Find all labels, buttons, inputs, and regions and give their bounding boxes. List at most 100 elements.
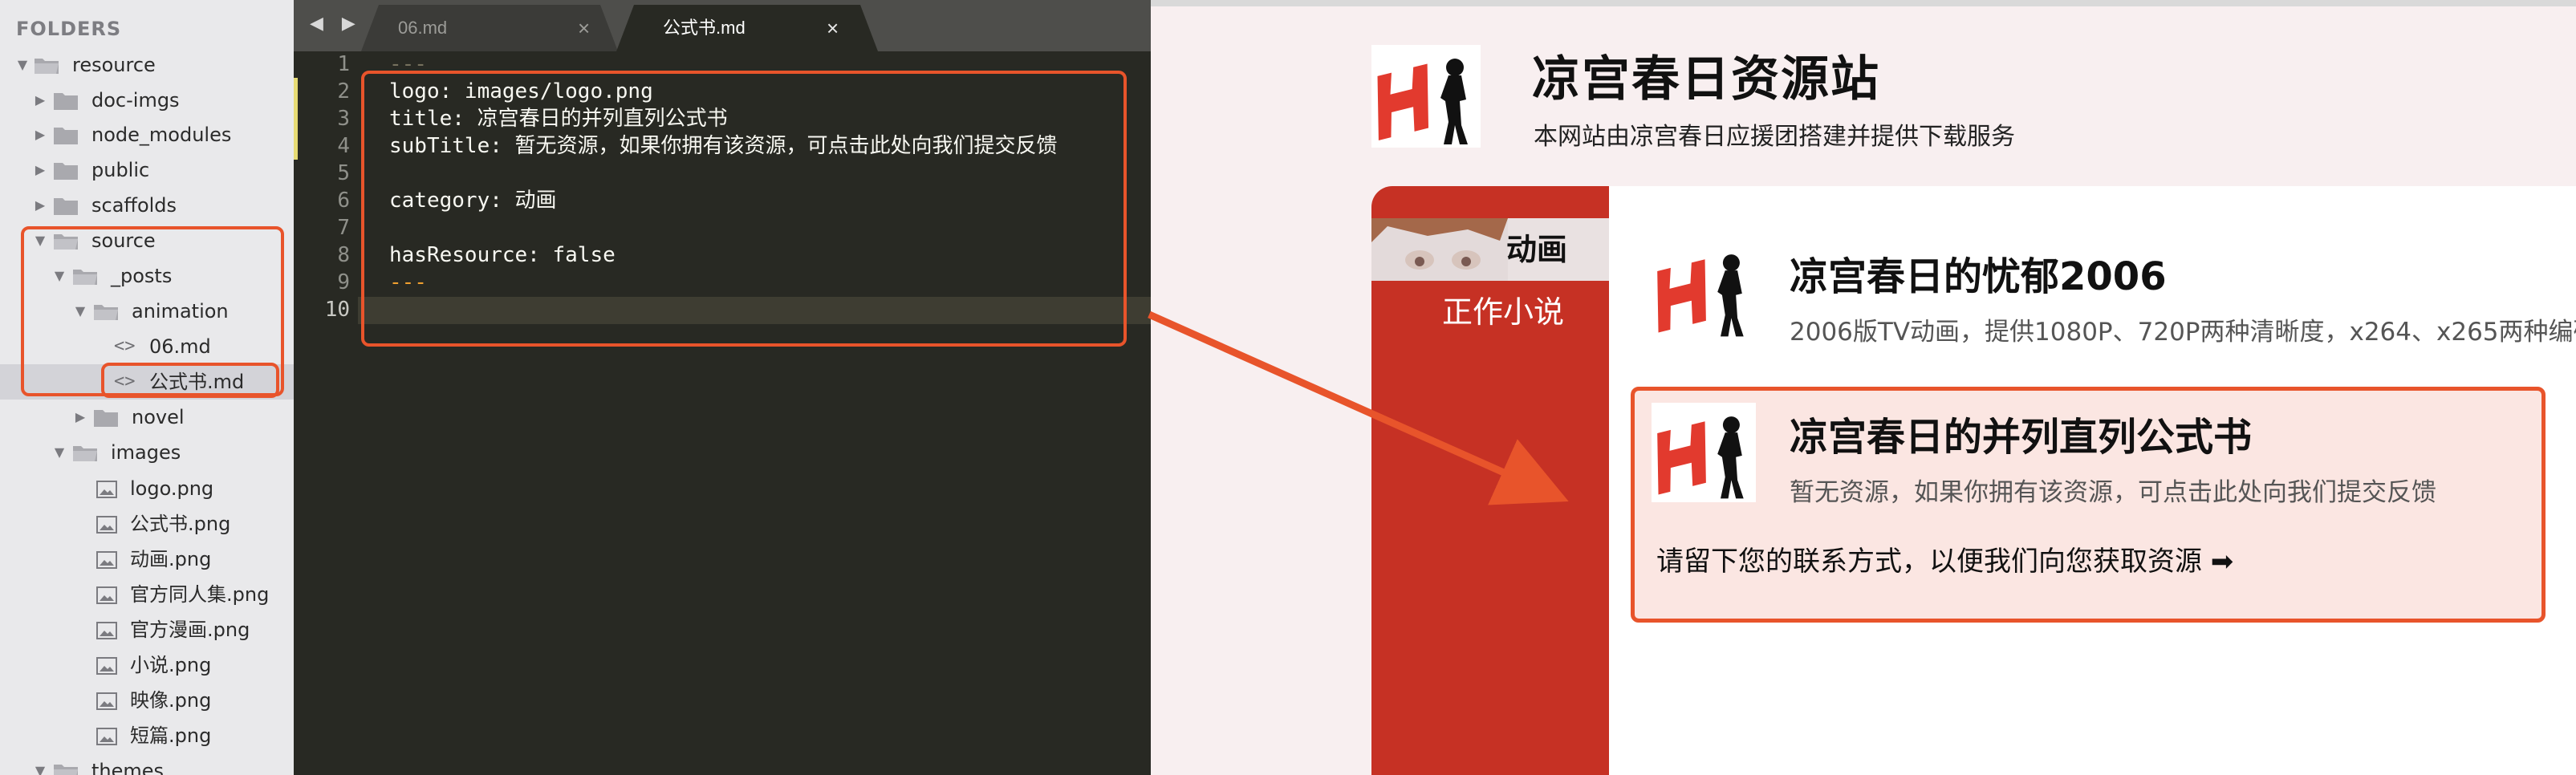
tree-label: doc-imgs (91, 89, 180, 112)
tree-label: images (111, 441, 181, 464)
disclosure-open-icon[interactable]: ▼ (32, 223, 48, 258)
tree-folder-node-modules[interactable]: ▶ node_modules (0, 117, 294, 152)
code-line[interactable]: --- (389, 269, 427, 296)
tab-label: 06.md (398, 18, 448, 38)
tab-label: 公式书.md (663, 18, 746, 38)
disclosure-closed-icon[interactable]: ▶ (32, 152, 48, 188)
item-logo (1652, 241, 1756, 340)
line-number: 5 (337, 161, 350, 185)
disclosure-closed-icon[interactable]: ▶ (32, 117, 48, 152)
tree-file-manhua-png[interactable]: 官方漫画.png (0, 612, 294, 647)
tree-label: animation (132, 300, 229, 323)
contact-feedback-link[interactable]: 请留下您的联系方式，以便我们向您获取资源 ➡ (1656, 539, 2233, 578)
folder-icon (53, 91, 79, 111)
window-top-border (1151, 0, 2576, 6)
image-file-icon (96, 692, 117, 710)
folder-icon (53, 161, 79, 181)
haruhi-logo-icon (1657, 416, 1744, 499)
folders-header: FOLDERS (16, 18, 122, 40)
tree-label: 小说.png (130, 654, 212, 676)
tree-folder-novel[interactable]: ▶ novel (0, 400, 294, 435)
tree-folder-animation[interactable]: ▼ animation (0, 294, 294, 329)
image-file-icon (96, 728, 117, 745)
tree-folder-doc-imgs[interactable]: ▶ doc-imgs (0, 83, 294, 118)
tree-label: 短篇.png (130, 724, 212, 747)
image-file-icon (96, 586, 117, 604)
folder-icon (53, 126, 79, 145)
category-sidebar: 动画 正作小说 (1371, 186, 1609, 775)
tree-label: 06.md (149, 335, 211, 358)
tree-file-tongrenji-png[interactable]: 官方同人集.png (0, 577, 294, 612)
disclosure-closed-icon[interactable]: ▶ (32, 188, 48, 223)
code-line[interactable]: --- (389, 51, 427, 78)
code-line[interactable]: logo: images/logo.png (389, 78, 653, 105)
disclosure-closed-icon[interactable]: ▶ (32, 83, 48, 118)
tree-folder-images[interactable]: ▼ images (0, 435, 294, 470)
tree-label: 公式书.png (130, 513, 231, 535)
folder-open-icon (53, 762, 79, 775)
tree-label: 官方同人集.png (130, 583, 270, 606)
tree-folder-posts[interactable]: ▼ _posts (0, 258, 294, 294)
disclosure-open-icon[interactable]: ▼ (72, 294, 88, 329)
item-description: 2006版TV动画，提供1080P、720P两种清晰度，x264、x265两种编… (1790, 318, 2576, 347)
tab-close-icon[interactable]: × (578, 5, 590, 51)
tree-label: resource (72, 54, 156, 76)
tree-folder-themes[interactable]: ▼ themes (0, 753, 294, 775)
tab-gongshishu-md[interactable]: 公式书.md × (616, 5, 878, 51)
line-number: 10 (324, 298, 350, 322)
tab-bar: ◀ ▶ 06.md × 公式书.md × (294, 0, 1151, 51)
item-logo (1652, 403, 1756, 502)
tree-label: _posts (111, 265, 173, 287)
active-line-highlight (358, 297, 1151, 324)
item-title[interactable]: 凉宫春日的并列直列公式书 (1790, 405, 2252, 461)
tree-file-gongshishu-md[interactable]: <> 公式书.md (0, 364, 294, 400)
tree-file-donghua-png[interactable]: 动画.png (0, 542, 294, 577)
folder-open-icon (93, 302, 119, 322)
image-file-icon (96, 516, 117, 534)
item-title[interactable]: 凉宫春日的忧郁2006 (1790, 245, 2167, 301)
code-line[interactable]: hasResource: false (389, 241, 616, 269)
tree-folder-source[interactable]: ▼ source (0, 223, 294, 258)
tree-folder-public[interactable]: ▶ public (0, 152, 294, 188)
category-item-animation[interactable]: 动画 (1506, 218, 1567, 281)
tree-file-logo-png[interactable]: logo.png (0, 471, 294, 506)
code-editor: ◀ ▶ 06.md × 公式书.md × 1 2 3 4 5 6 7 8 9 1… (294, 0, 1151, 775)
image-file-icon (96, 622, 117, 639)
tree-file-duanpian-png[interactable]: 短篇.png (0, 718, 294, 753)
line-number: 7 (337, 216, 350, 240)
line-number: 8 (337, 243, 350, 267)
tree-label: themes (91, 760, 165, 775)
disclosure-open-icon[interactable]: ▼ (32, 753, 48, 775)
folder-open-icon (34, 56, 59, 75)
folder-open-icon (72, 267, 98, 286)
tree-file-xiaoshuo-png[interactable]: 小说.png (0, 647, 294, 683)
folder-icon (93, 408, 119, 428)
folder-sidebar: FOLDERS ▼ resource ▶ doc-imgs ▶ node_mod… (0, 0, 294, 775)
tab-06-md[interactable]: 06.md × (361, 5, 618, 51)
image-file-icon (96, 481, 117, 498)
disclosure-open-icon[interactable]: ▼ (51, 258, 67, 294)
tab-close-icon[interactable]: × (827, 5, 839, 51)
code-line[interactable]: subTitle: 暂无资源，如果你拥有该资源，可点击此处向我们提交反馈 (389, 132, 1058, 160)
tree-folder-resource[interactable]: ▼ resource (0, 47, 294, 83)
site-logo[interactable] (1371, 45, 1481, 148)
code-line[interactable]: category: 动画 (389, 187, 557, 214)
tree-file-gongshishu-png[interactable]: 公式书.png (0, 506, 294, 542)
tree-label: 动画.png (130, 548, 212, 570)
tree-label: source (91, 229, 156, 252)
disclosure-open-icon[interactable]: ▼ (14, 47, 30, 83)
tree-folder-scaffolds[interactable]: ▶ scaffolds (0, 188, 294, 223)
disclosure-open-icon[interactable]: ▼ (51, 435, 67, 470)
code-line[interactable]: title: 凉宫春日的并列直列公式书 (389, 105, 728, 132)
tree-label: 映像.png (130, 689, 212, 712)
site-subtitle: 本网站由凉宫春日应援团搭建并提供下载服务 (1534, 123, 2015, 151)
tree-file-06-md[interactable]: <> 06.md (0, 329, 294, 364)
disclosure-closed-icon[interactable]: ▶ (72, 400, 88, 435)
tree-file-yingxiang-png[interactable]: 映像.png (0, 683, 294, 718)
tree-label: node_modules (91, 124, 232, 146)
tree-label: 官方漫画.png (130, 619, 250, 641)
category-character-image (1371, 218, 1508, 281)
code-file-icon: <> (114, 371, 136, 392)
tab-nav-arrows[interactable]: ◀ ▶ (310, 0, 362, 48)
category-item-novel[interactable]: 正作小说 (1442, 281, 1564, 343)
